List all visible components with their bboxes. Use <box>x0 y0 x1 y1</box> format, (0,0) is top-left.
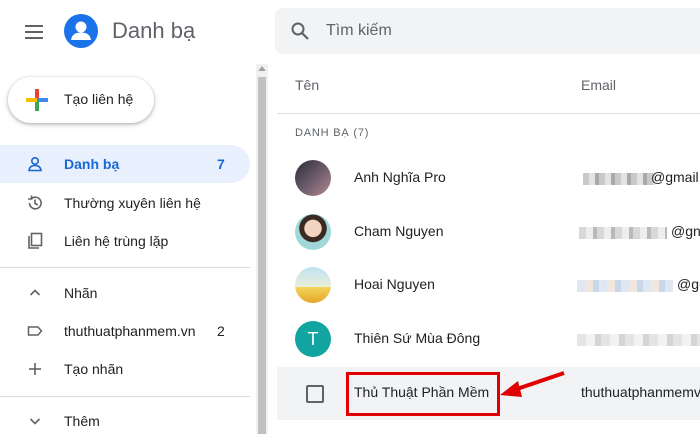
sidebar-divider <box>0 396 250 397</box>
contact-email: @gu <box>677 276 700 292</box>
avatar: T <box>295 321 331 357</box>
sidebar-item-label: Danh bạ <box>64 156 120 172</box>
chevron-down-icon <box>29 418 41 425</box>
sidebar-item-label-thuthuat[interactable]: thuthuatphanmem.vn 2 <box>0 312 250 350</box>
email-redacted <box>579 227 667 239</box>
avatar <box>295 267 331 303</box>
more-label: Thêm <box>64 413 100 429</box>
contact-email: @gmail. <box>651 169 700 185</box>
plus-icon <box>26 89 48 111</box>
labels-section-toggle[interactable]: Nhãn <box>0 274 250 312</box>
contact-name: Hoai Nguyen <box>354 276 435 292</box>
sidebar-item-contacts[interactable]: Danh bạ 7 <box>0 145 250 183</box>
contact-name: Thiên Sứ Mùa Đông <box>354 330 481 346</box>
create-label-text: Tạo nhãn <box>64 361 124 377</box>
app-title: Danh bạ <box>112 18 196 43</box>
avatar <box>295 214 331 250</box>
sidebar-item-duplicates[interactable]: Liên hệ trùng lặp <box>0 222 250 260</box>
label-count: 2 <box>217 323 225 339</box>
table-row[interactable]: T Thiên Sứ Mùa Đông <box>277 313 700 366</box>
sidebar-item-frequent[interactable]: Thường xuyên liên hệ <box>0 184 250 222</box>
hamburger-menu-icon[interactable] <box>24 22 44 42</box>
contact-email: thuthuatphanmemv <box>581 384 700 400</box>
highlight-box <box>346 372 500 416</box>
person-icon <box>28 156 42 172</box>
table-row[interactable]: Hoai Nguyen @gu <box>277 259 700 312</box>
add-icon <box>29 363 41 375</box>
label-icon <box>27 326 43 336</box>
contacts-count: 7 <box>217 156 225 172</box>
email-redacted <box>583 173 655 185</box>
chevron-up-icon <box>29 289 41 296</box>
header-divider <box>277 113 700 114</box>
email-redacted <box>577 280 673 292</box>
more-section-toggle[interactable]: Thêm <box>0 402 250 440</box>
column-header-name[interactable]: Tên <box>295 77 319 93</box>
table-row[interactable]: Cham Nguyen @gn <box>277 206 700 259</box>
contacts-logo-icon <box>64 14 98 48</box>
contact-name: Cham Nguyen <box>354 223 444 239</box>
row-checkbox[interactable] <box>306 385 324 403</box>
sidebar-item-label: Liên hệ trùng lặp <box>64 233 169 249</box>
copy-icon <box>28 232 43 249</box>
create-label-button[interactable]: Tạo nhãn <box>0 350 250 388</box>
sidebar-item-label: Thường xuyên liên hệ <box>64 195 201 211</box>
create-contact-label: Tạo liên hệ <box>64 91 134 107</box>
table-row[interactable]: Anh Nghĩa Pro @gmail. <box>277 152 700 205</box>
email-redacted <box>577 334 700 346</box>
scrollbar-thumb[interactable] <box>258 77 266 434</box>
scroll-up-arrow-icon[interactable] <box>258 66 266 71</box>
section-label: DANH BẠ (7) <box>295 127 370 139</box>
labels-section-title: Nhãn <box>64 285 98 301</box>
column-header-email[interactable]: Email <box>581 77 616 93</box>
history-icon <box>28 195 42 210</box>
avatar <box>295 160 331 196</box>
contact-name: Anh Nghĩa Pro <box>354 169 446 185</box>
red-arrow-icon <box>500 371 565 397</box>
search-input[interactable] <box>326 18 626 44</box>
search-icon[interactable] <box>290 21 310 41</box>
sidebar-item-label: thuthuatphanmem.vn <box>64 323 196 339</box>
avatar-letter: T <box>307 329 319 349</box>
sidebar-divider <box>0 267 250 268</box>
contact-email: @gn <box>671 223 700 239</box>
create-contact-button[interactable]: Tạo liên hệ <box>8 77 154 123</box>
